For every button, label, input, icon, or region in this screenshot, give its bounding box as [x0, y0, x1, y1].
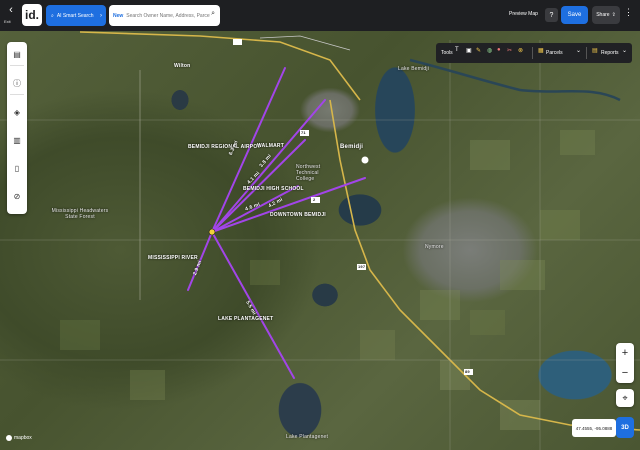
route-lines [187, 67, 366, 379]
magnifier-icon[interactable]: ⌕ [211, 10, 215, 18]
label-headwaters-forest: Mississippi Headwaters State Forest [51, 208, 109, 220]
measure-tool-icon[interactable]: ◍ [487, 47, 492, 54]
label-airport: BEMIDJI REGIONAL AIRPOT [188, 144, 261, 150]
stack-layers-icon[interactable]: ◈ [9, 104, 25, 120]
app-logo[interactable]: id. [22, 4, 42, 26]
save-button[interactable]: Save [561, 6, 588, 24]
chevron-right-icon: › [100, 12, 102, 19]
ai-smart-search-button[interactable]: ⌕ AI Smart Search › [46, 5, 106, 26]
exit-label: Exit [4, 19, 11, 24]
origin-marker[interactable] [208, 228, 216, 236]
label-high-school: BEMIDJI HIGH SCHOOL [243, 186, 304, 192]
pencil-tool-icon[interactable]: ✎ [476, 47, 481, 54]
clear-tool-icon[interactable]: ⊗ [518, 47, 523, 54]
search-icon: ⌕ [51, 12, 54, 19]
search-input[interactable] [126, 12, 211, 19]
label-lake-bemidji: Lake Bemidji [398, 66, 430, 72]
satellite-map[interactable]: Wilton Bemidji BEMIDJI REGIONAL AIRPOT W… [0, 0, 640, 450]
share-icon: ⇪ [611, 12, 616, 18]
info-icon[interactable]: ⓘ [9, 75, 25, 91]
ai-smart-search-label: AI Smart Search [56, 12, 94, 19]
attachment-icon[interactable]: ⊘ [9, 188, 25, 204]
tools-label: Tools [441, 50, 453, 56]
parcels-icon: ▦ [538, 48, 544, 54]
label-wilton: Wilton [174, 63, 191, 69]
building-icon[interactable]: ▥ [9, 132, 25, 148]
layers-panel-icon[interactable]: ▤ [9, 46, 25, 62]
label-lake-plantagenet-water: Lake Plantagenet [286, 434, 329, 440]
parcels-dropdown[interactable]: Parcels [546, 50, 563, 56]
river-channel [409, 58, 621, 102]
zoom-out-button[interactable]: − [616, 363, 634, 383]
label-mississippi: MISSISSIPPI RIVER [148, 255, 198, 261]
reports-dropdown[interactable]: Reports [601, 50, 619, 56]
label-downtown: DOWNTOWN BEMIDJI [270, 212, 326, 218]
preview-map-button[interactable]: Preview Map [509, 11, 538, 17]
mapbox-logo-icon [6, 435, 12, 441]
map-tools-bar: Tools T ▣ ✎ ◍ ● ✂ ⊗ ▦ Parcels ⌄ ▤ Report… [436, 43, 632, 63]
mapbox-attribution[interactable]: mapbox [6, 435, 32, 441]
shield-hwy-197: 197 [358, 264, 366, 269]
3d-toggle-button[interactable]: 3D [616, 417, 634, 438]
chevron-down-icon[interactable]: ⌄ [622, 47, 627, 54]
label-bemidji: Bemidji [340, 144, 364, 150]
zoom-controls: + − [616, 343, 634, 383]
shield-hwy-89: 89 [465, 369, 470, 374]
reports-icon: ▤ [592, 48, 598, 54]
note-tool-icon[interactable]: ▣ [466, 47, 472, 54]
text-tool-icon[interactable]: T [455, 47, 459, 53]
search-bar[interactable]: New ⌕ [109, 5, 220, 26]
share-button[interactable]: Share ⇪ [592, 6, 620, 24]
chevron-left-icon: ‹ [9, 4, 13, 16]
zoom-in-button[interactable]: + [616, 343, 634, 363]
label-lake-plantagenet: LAKE PLANTAGENET [218, 316, 274, 322]
share-label: Share [596, 12, 610, 18]
back-button[interactable]: ‹ [4, 4, 18, 16]
coordinates-readout: 47.4555, -95.0888 [572, 419, 616, 437]
highway-2-road [79, 31, 361, 101]
document-icon[interactable]: ▯ [9, 160, 25, 176]
shield-hwy-71: 71 [301, 130, 306, 135]
poi-marker[interactable] [361, 156, 369, 164]
scissors-tool-icon[interactable]: ✂ [507, 47, 512, 54]
map-overlay [0, 31, 640, 450]
locate-button[interactable]: ⌖ [616, 389, 634, 407]
crosshair-icon: ⌖ [622, 392, 628, 403]
shield-hwy-2: 2 [313, 197, 316, 202]
label-walmart: WALMART [257, 143, 284, 149]
more-menu-icon[interactable]: ⋮ [624, 7, 633, 18]
new-badge: New [113, 12, 124, 19]
pin-tool-icon[interactable]: ● [497, 47, 501, 53]
help-button[interactable]: ? [545, 8, 558, 22]
mapbox-label: mapbox [14, 435, 32, 441]
label-nymore: Nymore [425, 244, 444, 250]
top-bar: ‹ Exit id. ⌕ AI Smart Search › New ⌕ Pre… [0, 0, 640, 31]
chevron-down-icon[interactable]: ⌄ [576, 47, 581, 54]
label-northwest-tech: Northwest Technical College [296, 164, 321, 182]
route-lake[interactable] [211, 231, 295, 379]
left-toolbar: ▤ ⓘ ◈ ▥ ▯ ⊘ [7, 42, 27, 214]
